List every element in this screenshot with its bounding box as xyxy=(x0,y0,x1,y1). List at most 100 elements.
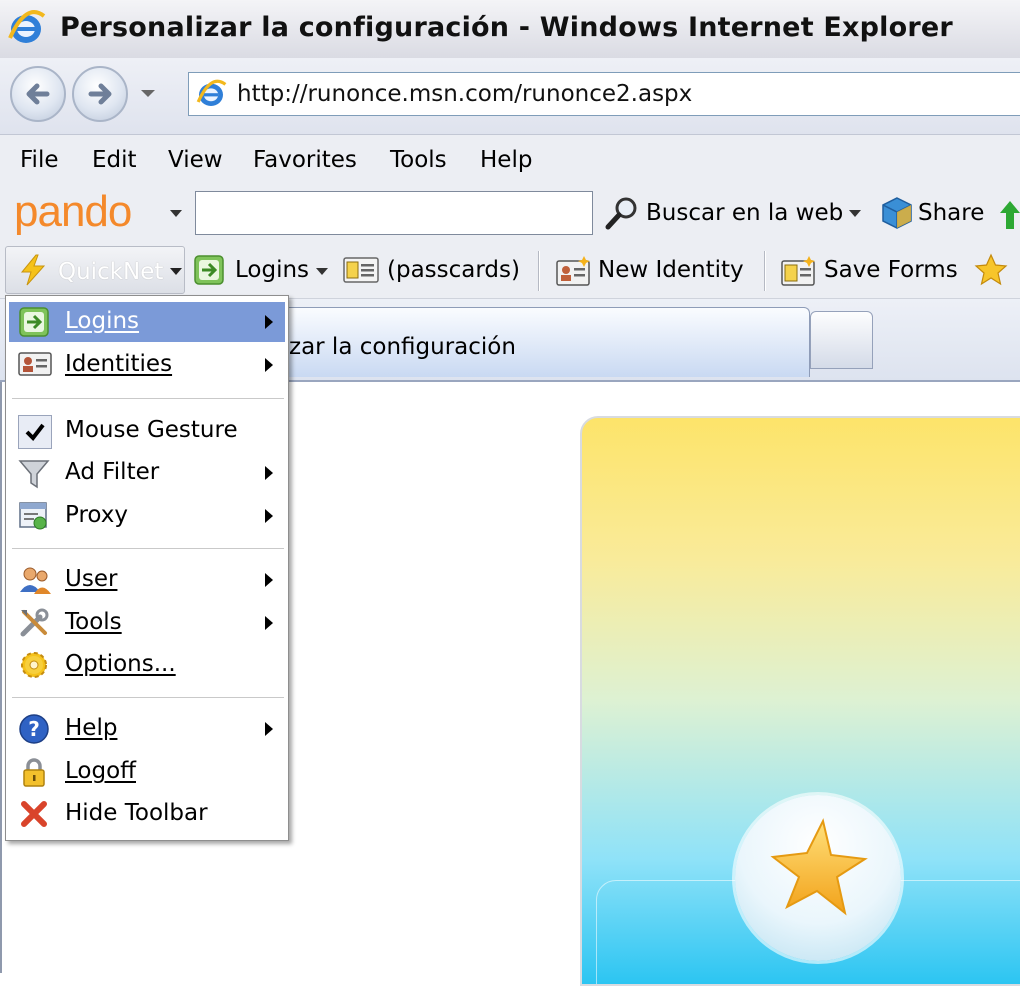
pando-logo[interactable]: pando xyxy=(14,187,132,237)
submenu-arrow-icon xyxy=(265,466,273,480)
identity-card-icon xyxy=(18,349,52,383)
share-label: Share xyxy=(918,200,985,226)
logins-arrow-icon xyxy=(18,306,52,340)
funnel-icon xyxy=(18,457,52,491)
menu-item-label: Tools xyxy=(65,609,122,635)
menu-item-label: Identities xyxy=(65,351,173,377)
toolbar-separator xyxy=(764,251,765,291)
menu-item-label: Logoff xyxy=(65,758,136,784)
passcard-icon xyxy=(343,255,379,289)
window-title: Personalizar la configuración - Windows … xyxy=(60,12,953,43)
forward-button[interactable] xyxy=(72,66,128,122)
menu-view[interactable]: View xyxy=(168,147,223,173)
save-forms-button[interactable]: Save Forms xyxy=(781,253,961,289)
menu-item-logins[interactable]: Logins xyxy=(9,302,285,342)
tools-icon xyxy=(18,607,52,641)
quicknet-button[interactable]: QuickNet xyxy=(5,246,185,294)
menu-item-tools[interactable]: Tools xyxy=(9,603,285,643)
menu-item-logoff[interactable]: Logoff xyxy=(9,752,285,792)
tab-active[interactable]: zar la configuración xyxy=(250,307,810,377)
pando-dropdown-arrow[interactable] xyxy=(170,210,182,217)
menu-favorites[interactable]: Favorites xyxy=(253,147,357,173)
toolbar-separator xyxy=(538,251,539,291)
menu-bar: File Edit View Favorites Tools Help xyxy=(0,135,1020,187)
logins-button[interactable]: Logins xyxy=(193,253,333,289)
ie-logo-icon xyxy=(6,8,46,52)
arrow-right-icon xyxy=(88,83,112,105)
help-icon: ? xyxy=(18,713,52,747)
submenu-arrow-icon xyxy=(265,315,273,329)
new-identity-button[interactable]: New Identity xyxy=(556,253,746,289)
menu-item-label: Ad Filter xyxy=(65,459,160,485)
pando-toolbar: pando Buscar en la web Share xyxy=(0,187,1020,243)
submenu-arrow-icon xyxy=(265,573,273,587)
checkmark-icon xyxy=(18,415,52,449)
submenu-arrow-icon xyxy=(265,722,273,736)
magnifier-icon xyxy=(605,197,637,230)
quicknet-dropdown-menu: Logins Identities Mouse Gesture Ad Filte… xyxy=(5,295,289,841)
passcards-button[interactable]: (passcards) xyxy=(343,253,523,289)
menu-item-label: Help xyxy=(65,715,118,741)
logins-arrow-icon xyxy=(193,254,225,290)
gold-star-icon xyxy=(770,818,868,916)
menu-item-identities[interactable]: Identities xyxy=(9,345,285,385)
submenu-arrow-icon xyxy=(265,358,273,372)
menu-tools[interactable]: Tools xyxy=(390,147,447,173)
menu-item-label: Options... xyxy=(65,651,176,677)
users-icon xyxy=(18,564,52,598)
logins-dropdown-arrow xyxy=(316,268,328,275)
menu-item-help[interactable]: ? Help xyxy=(9,709,285,749)
menu-item-proxy[interactable]: Proxy xyxy=(9,496,285,536)
lightning-icon xyxy=(16,253,50,291)
arrow-left-icon xyxy=(26,83,50,105)
menu-item-mouse-gesture[interactable]: Mouse Gesture xyxy=(9,411,285,451)
menu-item-label: Proxy xyxy=(65,502,129,528)
search-web-button[interactable]: Buscar en la web xyxy=(604,195,843,235)
tab-active-label: zar la configuración xyxy=(289,334,516,360)
share-package-icon xyxy=(882,197,912,229)
menu-file[interactable]: File xyxy=(20,147,59,173)
favorites-star-icon[interactable] xyxy=(974,253,1008,291)
search-web-label: Buscar en la web xyxy=(646,200,844,226)
menu-item-hide-toolbar[interactable]: Hide Toolbar xyxy=(9,794,285,834)
menu-item-user[interactable]: User xyxy=(9,560,285,600)
logins-label: Logins xyxy=(235,257,310,283)
menu-separator xyxy=(12,697,284,698)
submenu-arrow-icon xyxy=(265,616,273,630)
quicknet-dropdown-arrow xyxy=(170,268,182,275)
page-ie-icon xyxy=(195,78,227,114)
menu-item-label: User xyxy=(65,566,118,592)
menu-item-ad-filter[interactable]: Ad Filter xyxy=(9,453,285,493)
lock-icon xyxy=(18,756,52,790)
url-text: http://runonce.msn.com/runonce2.aspx xyxy=(237,81,693,107)
close-x-icon xyxy=(18,798,52,832)
title-bar: Personalizar la configuración - Windows … xyxy=(0,0,1020,59)
save-forms-label: Save Forms xyxy=(824,257,958,283)
gear-icon xyxy=(18,649,52,683)
star-orb-button[interactable] xyxy=(735,795,901,961)
menu-edit[interactable]: Edit xyxy=(92,147,137,173)
menu-item-label: Logins xyxy=(65,308,140,334)
menu-item-label: Hide Toolbar xyxy=(65,800,208,826)
menu-item-label: Mouse Gesture xyxy=(65,417,238,443)
menu-separator xyxy=(12,548,284,549)
proxy-icon xyxy=(18,500,52,534)
passcards-label: (passcards) xyxy=(387,257,520,283)
menu-help[interactable]: Help xyxy=(480,147,532,173)
new-identity-icon xyxy=(556,255,592,291)
new-tab-button[interactable] xyxy=(810,311,873,369)
new-identity-label: New Identity xyxy=(598,257,744,283)
svg-text:?: ? xyxy=(28,717,40,741)
share-button[interactable]: Share xyxy=(880,195,984,235)
menu-item-options[interactable]: Options... xyxy=(9,645,285,685)
search-dropdown-arrow[interactable] xyxy=(849,210,861,217)
address-field[interactable]: http://runonce.msn.com/runonce2.aspx xyxy=(188,72,1020,116)
quicknet-label: QuickNet xyxy=(58,259,164,285)
pando-search-input[interactable] xyxy=(195,191,593,235)
back-button[interactable] xyxy=(10,66,66,122)
menu-separator xyxy=(12,398,284,399)
recent-pages-dropdown[interactable] xyxy=(141,90,155,97)
green-up-arrow-icon[interactable] xyxy=(1000,199,1020,235)
quicknet-toolbar: QuickNet Logins (passcards) New Identity… xyxy=(0,243,1020,299)
submenu-arrow-icon xyxy=(265,509,273,523)
